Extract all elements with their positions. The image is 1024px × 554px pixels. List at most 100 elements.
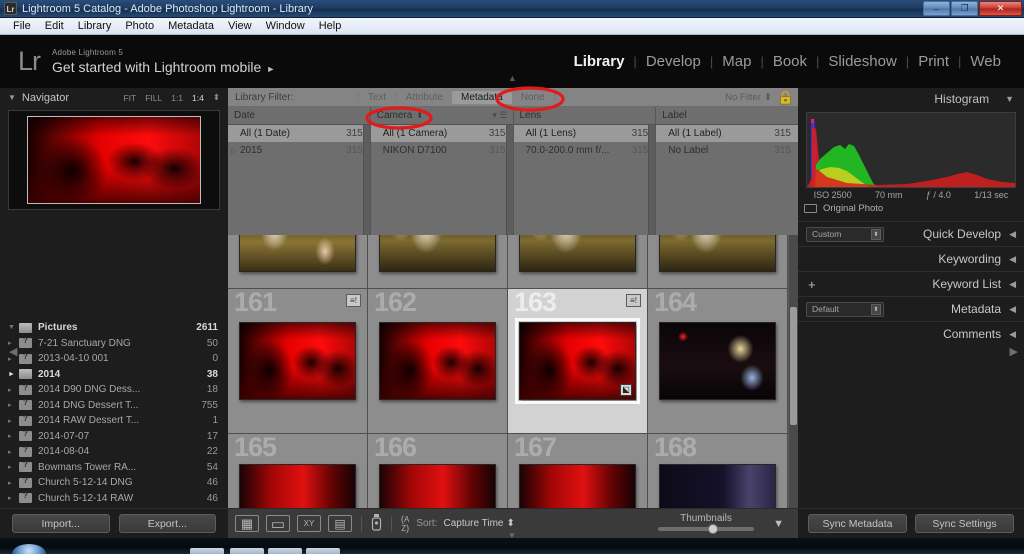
sync-metadata-button[interactable]: Sync Metadata [808,514,907,533]
filter-column-scrollbar[interactable] [363,125,370,235]
grid-cell[interactable] [508,235,648,289]
thumbnail[interactable] [239,464,356,508]
folder-item[interactable]: ▸ Bowmans Tower RA... 54 [4,460,224,476]
grid-cell-163-selected[interactable]: 163 ≡! ⬕ [508,289,648,434]
filter-row[interactable]: NIKON D7100 315 [371,142,513,159]
stepper-icon[interactable]: ⬍ [416,111,423,120]
minimize-button[interactable]: – [923,1,950,16]
module-web[interactable]: Web [961,53,1010,70]
panel-comments[interactable]: Comments ◀ [798,321,1024,346]
folder-item-2014[interactable]: ► 2014 38 [4,367,224,383]
grid-scrollbar-thumb[interactable] [790,307,797,425]
slider-track[interactable] [658,527,754,531]
folder-item[interactable]: ▸ 2014-07-07 17 [4,429,224,445]
menu-view[interactable]: View [221,19,259,33]
filter-tab-text[interactable]: Text [359,91,395,104]
filter-tab-none[interactable]: None [512,91,554,104]
zoom-fill[interactable]: FILL [145,93,162,103]
thumbnail[interactable] [239,235,356,272]
filter-row-all[interactable]: All (1 Date) 315 [228,125,370,142]
panel-keyword-list[interactable]: + Keyword List ◀ [798,271,1024,296]
chevron-left-icon[interactable]: ◀ [1009,279,1016,290]
grid-cell[interactable] [648,235,788,289]
thumbnail[interactable] [659,322,776,400]
sort-stepper-icon[interactable]: ⬍ [507,518,515,529]
menu-help[interactable]: Help [312,19,349,33]
folder-item[interactable]: ▸ 2014-08-04 22 [4,444,224,460]
grid-view-icon[interactable]: ▦ [235,515,259,532]
filter-row-all[interactable]: All (1 Lens) 315 [514,125,656,142]
folder-item[interactable]: ▸ 2014 RAW Dessert T... 1 [4,413,224,429]
add-keyword-icon[interactable]: + [808,277,816,292]
stepper-icon[interactable]: ⬍ [871,229,881,240]
metadata-badge-icon[interactable]: ≡! [626,294,641,307]
slider-knob[interactable] [708,524,718,534]
grid-cell-167[interactable]: 167 [508,434,648,508]
module-develop[interactable]: Develop [637,53,710,70]
chevron-left-icon[interactable]: ◀ [1009,304,1016,315]
maximize-button[interactable]: ❐ [951,1,978,16]
panel-quick-develop[interactable]: Custom ⬍ Quick Develop ◀ [798,221,1024,246]
thumbnail[interactable] [379,322,496,400]
filter-column-scrollbar[interactable] [648,125,655,235]
menu-file[interactable]: File [6,19,38,33]
grid-cell-166[interactable]: 166 [368,434,508,508]
navigator-preview[interactable] [8,110,220,210]
menu-edit[interactable]: Edit [38,19,71,33]
folder-item[interactable]: ▸ Church 5-12-14 DNG 46 [4,475,224,491]
chevron-left-icon[interactable]: ◀ [1009,229,1016,240]
import-button[interactable]: Import... [12,514,110,533]
grid-cell-165[interactable]: 165 [228,434,368,508]
filter-row-all[interactable]: All (1 Camera) 315 [371,125,513,142]
panel-metadata[interactable]: Default ⬍ Metadata ◀ [798,296,1024,321]
folder-root-pictures[interactable]: ▼ Pictures 2611 [4,320,224,336]
filter-column-header[interactable]: Lens [514,107,656,125]
thumbnail[interactable] [379,464,496,508]
metadata-preset-select[interactable]: Default ⬍ [806,302,884,317]
taskbar-item[interactable] [190,548,224,554]
panel-keywording[interactable]: Keywording ◀ [798,246,1024,271]
thumbnail[interactable] [659,464,776,508]
filter-column-header[interactable]: Label [656,107,798,125]
module-library[interactable]: Library [565,53,634,70]
filter-row[interactable]: ▷ 2015 315 [228,142,370,159]
filter-column-header[interactable]: Date [228,107,370,125]
folder-item[interactable]: ▸ 2014 DNG Dessert T... 755 [4,398,224,414]
filter-tab-metadata[interactable]: Metadata [452,91,512,104]
grid-cell[interactable] [228,235,368,289]
module-print[interactable]: Print [909,53,958,70]
thumbnail-grid[interactable]: 161 ≡! 162 163 ≡! ⬕ [228,235,798,508]
chevron-left-icon[interactable]: ◀ [1009,329,1016,340]
thumbnail-size-slider[interactable]: Thumbnails [658,513,754,531]
grid-cell-168[interactable]: 168 [648,434,788,508]
module-slideshow[interactable]: Slideshow [819,53,905,70]
grid-cell-162[interactable]: 162 [368,289,508,434]
zoom-1-4[interactable]: 1:4 [192,93,204,103]
export-button[interactable]: Export... [119,514,217,533]
filter-tab-attribute[interactable]: Attribute [397,91,452,104]
painter-spray-icon[interactable] [371,514,382,534]
filter-column-menu-icon[interactable]: ▾ ☰ [492,110,507,121]
filter-column-header[interactable]: Camera ⬍ ▾ ☰ [371,107,513,125]
menu-photo[interactable]: Photo [118,19,161,33]
thumbnail[interactable]: ⬕ [519,322,636,400]
sync-settings-button[interactable]: Sync Settings [915,514,1014,533]
grid-cell-164[interactable]: 164 [648,289,788,434]
taskbar-item[interactable] [230,548,264,554]
filter-row-all[interactable]: All (1 Label) 315 [656,125,798,142]
module-map[interactable]: Map [713,53,760,70]
original-photo-toggle[interactable]: Original Photo [798,200,1024,214]
compare-view-icon[interactable]: XY [297,515,321,532]
folder-item[interactable]: ▸ 2014 D90 DNG Dess... 18 [4,382,224,398]
top-panel-collapse-caret[interactable]: ▲ [508,73,517,83]
start-button[interactable] [12,544,46,554]
crop-badge-icon[interactable]: ⬕ [620,384,632,396]
grid-cell-161[interactable]: 161 ≡! [228,289,368,434]
left-panel-collapse-arrow[interactable]: ◀ [9,345,17,358]
close-button[interactable]: ✕ [979,1,1022,16]
sort-value[interactable]: Capture Time [443,518,503,529]
filter-column-scrollbar[interactable] [506,125,513,235]
chevron-down-icon[interactable]: ▼ [1005,94,1014,104]
thumbnail[interactable] [519,235,636,272]
folder-item[interactable]: ▸ 7-21 Sanctuary DNG 50 [4,336,224,352]
